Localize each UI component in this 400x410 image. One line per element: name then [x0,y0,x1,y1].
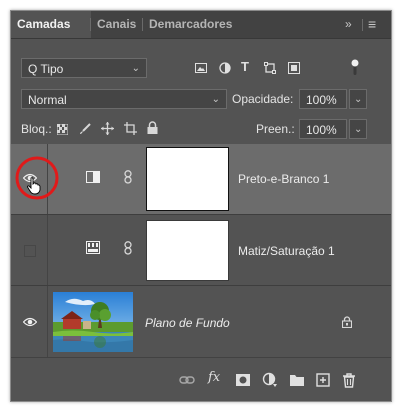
delete-layer-icon[interactable] [341,372,357,388]
layer-row-matiz-saturacao[interactable]: Matiz/Saturação 1 [11,215,391,285]
lock-row: Bloq.: Preen.: 100% ⌄ [11,112,391,144]
tab-demarcadores[interactable]: Demarcadores [143,11,239,38]
prevent-auto-nesting-icon[interactable] [124,122,137,135]
hue-saturation-icon [86,241,100,254]
layer-mask-link-icon[interactable] [123,241,133,255]
blend-row: Normal ⌄ Opacidade: 100% ⌄ [11,72,391,112]
add-layer-mask-icon[interactable] [235,372,251,388]
layers-bottom-toolbar: fx [11,357,391,401]
lock-transparent-pixels-icon[interactable] [57,124,68,135]
blend-mode-value: Normal [28,93,67,107]
lock-position-icon[interactable] [101,122,114,135]
layer-name[interactable]: Matiz/Saturação 1 [238,244,335,258]
layers-panel: Camadas Canais Demarcadores » ≡ Q Tipo ⌄… [10,10,392,402]
blend-mode-select[interactable]: Normal ⌄ [21,89,227,109]
fx-layer-style-icon[interactable]: fx [208,370,224,386]
layers-list: Preto-e-Branco 1 Matiz/Saturação 1 Plano… [11,144,391,357]
tab-canais-label: Canais [97,17,137,31]
chevron-down-icon: ⌄ [211,94,220,105]
background-image-thumbnail[interactable] [53,292,133,352]
opacity-slider-button[interactable]: ⌄ [349,89,367,109]
tab-camadas-label: Camadas [17,17,71,31]
fill-label: Preen.: [256,122,295,136]
layer-mask-link-icon[interactable] [123,170,133,184]
layer-name[interactable]: Preto-e-Branco 1 [238,172,329,186]
new-layer-icon[interactable] [315,372,331,388]
tab-camadas[interactable]: Camadas [11,11,91,38]
panel-tab-bar: Camadas Canais Demarcadores » ≡ [11,11,391,39]
black-white-icon [86,171,100,183]
chevron-down-icon: ⌄ [354,124,363,135]
chevron-down-icon: ⌄ [354,94,363,105]
eye-icon[interactable] [23,317,37,327]
new-group-folder-icon[interactable] [289,372,305,388]
opacity-value: 100% [306,93,337,107]
fill-value: 100% [306,123,337,137]
opacity-input[interactable]: 100% [299,89,347,109]
layer-mask-thumbnail[interactable] [146,220,229,281]
lock-all-icon[interactable] [147,121,158,134]
tab-demarcadores-label: Demarcadores [149,17,233,31]
highlight-circle [15,156,59,200]
filter-row: Q Tipo ⌄ T [11,38,391,78]
panel-menu-icon[interactable]: ≡ [368,11,376,38]
layer-row-preto-e-branco[interactable]: Preto-e-Branco 1 [11,144,391,214]
collapse-panel-icon[interactable]: » [345,11,352,38]
layer-mask-thumbnail[interactable] [146,147,229,211]
layer-row-plano-de-fundo[interactable]: Plano de Fundo [11,286,391,357]
lock-image-pixels-icon[interactable] [79,123,91,135]
fill-slider-button[interactable]: ⌄ [349,119,367,139]
fill-input[interactable]: 100% [299,119,347,139]
opacity-label: Opacidade: [232,92,294,106]
new-adjustment-layer-icon[interactable] [262,372,278,388]
tab-separator [362,19,363,31]
hidden-visibility-box[interactable] [24,245,36,257]
layer-name[interactable]: Plano de Fundo [145,316,230,330]
lock-label: Bloq.: [21,122,52,136]
tab-canais[interactable]: Canais [91,11,143,38]
lock-icon[interactable] [342,316,352,328]
link-layers-icon[interactable] [179,372,195,388]
